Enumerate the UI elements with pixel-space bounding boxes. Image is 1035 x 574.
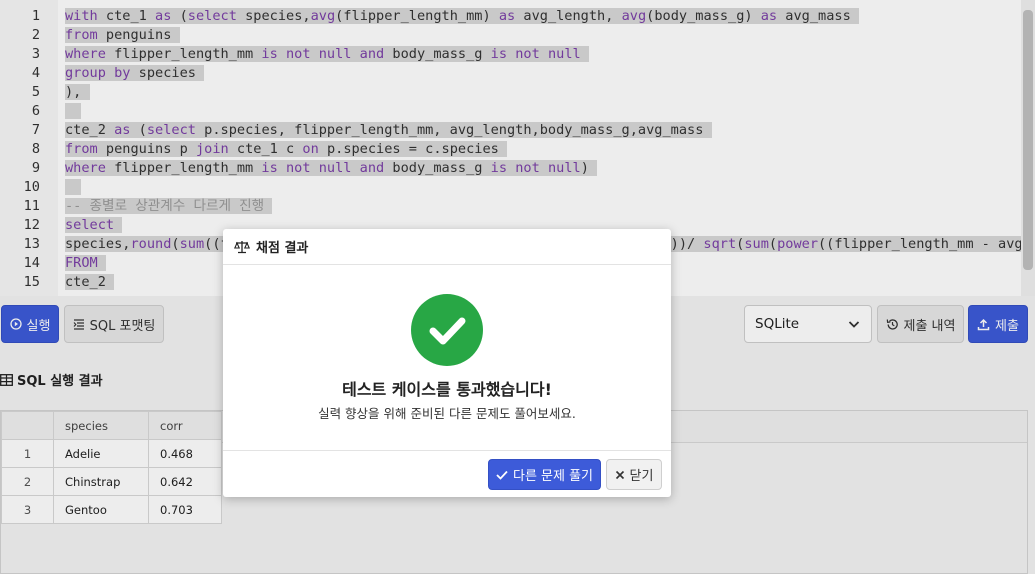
scale-icon (234, 240, 250, 253)
next-problem-label: 다른 문제 풀기 (512, 469, 594, 484)
close-icon (615, 470, 624, 479)
modal-header-title: 채점 결과 (256, 241, 309, 256)
check-icon (496, 470, 508, 480)
grading-result-modal: 채점 결과 테스트 케이스를 통과했습니다! 실력 향상을 위해 준비된 다른 … (223, 229, 671, 497)
close-button[interactable]: 닫기 (606, 459, 662, 490)
modal-title: 테스트 케이스를 통과했습니다! (342, 380, 552, 399)
modal-footer: 다른 문제 풀기 닫기 (223, 450, 671, 497)
success-check-icon (411, 294, 483, 366)
close-label: 닫기 (629, 469, 654, 484)
next-problem-button[interactable]: 다른 문제 풀기 (488, 459, 601, 490)
modal-header: 채점 결과 (223, 229, 671, 265)
modal-subtitle: 실력 향상을 위해 준비된 다른 문제도 풀어보세요. (318, 406, 576, 421)
